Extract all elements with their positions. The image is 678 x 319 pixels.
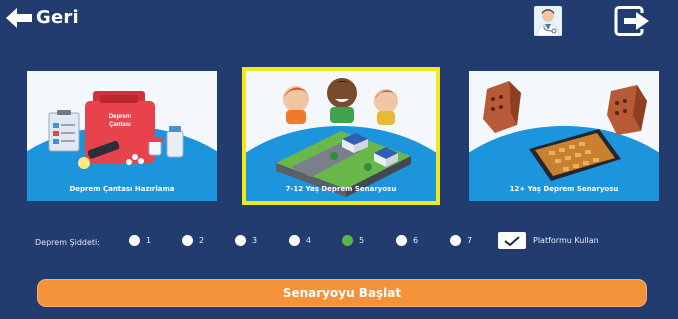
earthquake-bag-illustration: Deprem Çantası [27,71,217,201]
option-label: 2 [199,236,205,245]
radio-dot [289,235,300,246]
arrow-left-icon [6,7,32,28]
severity-option-7[interactable]: 7 [450,235,472,246]
severity-label: Deprem Şiddeti: [35,238,100,247]
card-scenario-7-12[interactable]: 7-12 Yaş Deprem Senaryosu [242,67,440,205]
card-scenario-12plus[interactable]: 12+ Yaş Deprem Senaryosu [469,71,659,201]
radio-dot-selected [342,235,353,246]
logout-icon[interactable] [614,6,652,36]
radio-dot [182,235,193,246]
option-label: 3 [252,236,258,245]
bag-label-1: Deprem [109,114,131,120]
severity-option-1[interactable]: 1 [129,235,151,246]
user-avatar[interactable] [534,6,562,36]
platform-toggle[interactable]: Platformu Kullan [498,232,599,249]
option-label: 1 [146,236,152,245]
top-bar: Geri [0,0,678,40]
radio-dot [450,235,461,246]
bag-label-2: Çantası [109,122,131,128]
card-caption: 12+ Yaş Deprem Senaryosu [509,185,619,193]
card-caption: Deprem Çantası Hazırlama [69,185,175,193]
checkbox[interactable] [498,232,526,249]
back-label: Geri [36,7,79,28]
option-label: 5 [359,236,365,245]
severity-option-6[interactable]: 6 [396,235,418,246]
option-label: 4 [306,236,312,245]
back-button[interactable]: Geri [6,7,79,28]
radio-dot [129,235,140,246]
start-scenario-button[interactable]: Senaryoyu Başlat [37,279,647,307]
card-caption: 7-12 Yaş Deprem Senaryosu [285,185,397,193]
severity-option-3[interactable]: 3 [235,235,257,246]
option-label: 6 [413,236,419,245]
option-label: 7 [467,236,473,245]
checkmark-icon [504,235,520,246]
severity-option-2[interactable]: 2 [182,235,204,246]
children-town-illustration [246,71,436,201]
platform-label: Platformu Kullan [533,236,599,245]
doctor-avatar-icon [534,6,562,36]
tablet-blocks-illustration [469,71,659,201]
card-earthquake-bag[interactable]: Deprem Çantası Deprem Çantası Hazırlama [27,71,217,201]
severity-selector: Deprem Şiddeti: 1 2 3 4 5 6 7 Platformu … [0,232,678,252]
radio-dot [396,235,407,246]
severity-option-4[interactable]: 4 [289,235,311,246]
radio-dot [235,235,246,246]
severity-option-5[interactable]: 5 [342,235,364,246]
